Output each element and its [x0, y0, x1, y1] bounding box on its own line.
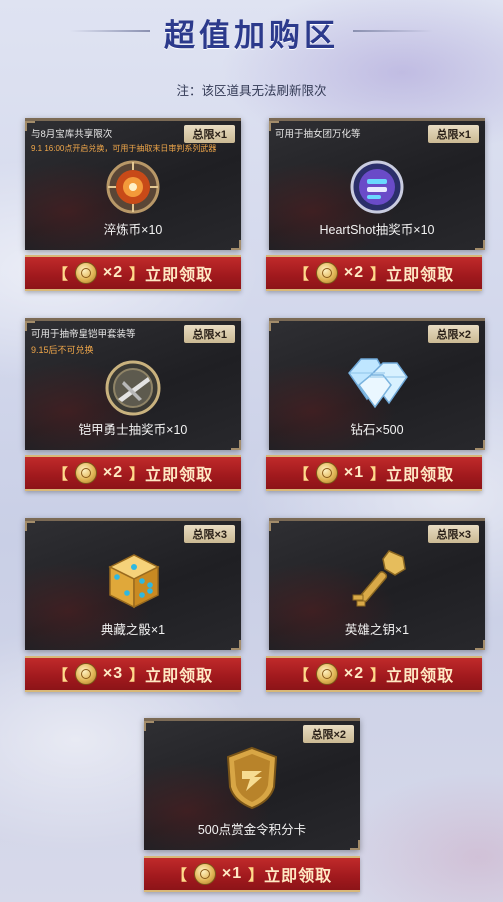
- bounty-card-icon: [224, 745, 280, 816]
- item-name: 500点赏金令积分卡: [197, 823, 307, 837]
- coin-icon: [315, 462, 338, 484]
- item-tag: 可用于抽帝皇铠甲套装等: [31, 329, 136, 340]
- coin-icon: [193, 863, 216, 885]
- coin-icon: [74, 262, 97, 284]
- limit-badge: 总限×2: [303, 725, 354, 743]
- page-title: 超值加购区: [164, 18, 339, 53]
- item-card-dice: 总限×3 典藏之骰×1: [25, 518, 241, 650]
- claim-button-dice[interactable]: 【 ×3 】 立即领取: [25, 656, 241, 692]
- coin-icon: [74, 462, 97, 484]
- item-subnote: 9.15后不可兑换: [31, 345, 94, 355]
- coin-icon: [315, 262, 338, 284]
- item-card-armor-coin: 可用于抽帝皇铠甲套装等 9.15后不可兑换 总限×1 铠甲勇士抽奖币×10: [25, 318, 241, 450]
- item-name: HeartShot抽奖币×10: [319, 223, 435, 237]
- item-tag: 与8月宝库共享限次: [31, 129, 113, 140]
- item-card-diamond: 总限×2 钻石×500: [269, 318, 485, 450]
- dice-icon: [102, 549, 164, 616]
- item-name: 典藏之骰×1: [100, 623, 166, 637]
- limit-badge: 总限×3: [428, 525, 479, 543]
- item-tag: 可用于抽女团万化等: [275, 129, 361, 140]
- item-name: 钻石×500: [350, 423, 404, 437]
- item-card-refining-coin: 与8月宝库共享限次 9.1 16:00点开启兑换，可用于抽取末日审判系列武器 总…: [25, 118, 241, 250]
- refining-coin-icon: [105, 159, 161, 220]
- heartshot-coin-icon: [349, 159, 405, 220]
- notice-text: 注：该区道具无法刷新限次: [176, 84, 327, 98]
- item-name: 英雄之钥×1: [344, 623, 410, 637]
- armor-coin-icon: [104, 359, 162, 422]
- item-name: 铠甲勇士抽奖币×10: [78, 423, 188, 437]
- claim-button-refining-coin[interactable]: 【 ×2 】 立即领取: [25, 255, 241, 291]
- claim-button-diamond[interactable]: 【 ×1 】 立即领取: [266, 455, 482, 491]
- key-icon: [345, 547, 409, 618]
- item-subnote: 9.1 16:00点开启兑换，可用于抽取末日审判系列武器: [31, 144, 217, 153]
- coin-icon: [74, 663, 97, 685]
- item-name: 淬炼币×10: [103, 223, 163, 237]
- limit-badge: 总限×1: [428, 125, 479, 143]
- item-card-bounty-card: 总限×2 500点赏金令积分卡: [144, 718, 360, 850]
- item-card-heartshot-coin: 可用于抽女团万化等 总限×1 HeartShot抽奖币×10: [269, 118, 485, 250]
- claim-button-key[interactable]: 【 ×2 】 立即领取: [266, 656, 482, 692]
- limit-badge: 总限×1: [184, 325, 235, 343]
- limit-badge: 总限×2: [428, 325, 479, 343]
- limit-badge: 总限×3: [184, 525, 235, 543]
- claim-button-armor-coin[interactable]: 【 ×2 】 立即领取: [25, 455, 241, 491]
- limit-badge: 总限×1: [184, 125, 235, 143]
- claim-button-bounty-card[interactable]: 【 ×1 】 立即领取: [144, 856, 360, 892]
- item-card-key: 总限×3 英雄之钥×1: [269, 518, 485, 650]
- claim-button-heartshot-coin[interactable]: 【 ×2 】 立即领取: [266, 255, 482, 291]
- coin-icon: [315, 663, 338, 685]
- diamond-icon: [339, 351, 415, 414]
